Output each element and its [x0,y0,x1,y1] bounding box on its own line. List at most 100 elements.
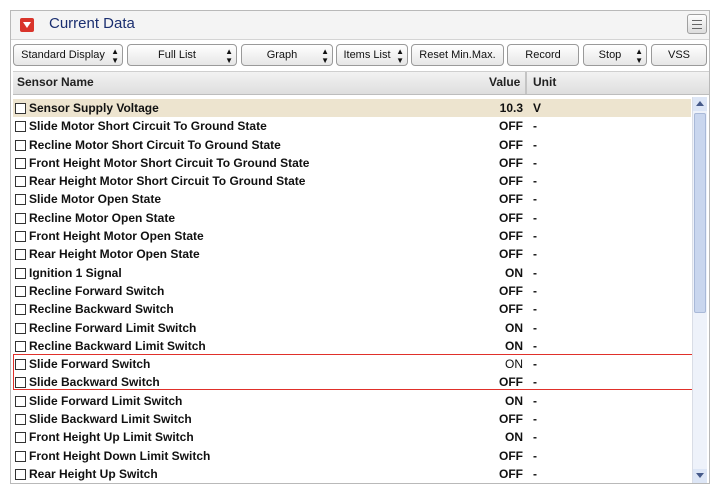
graph-select[interactable]: Graph ▲ ▼ [241,44,333,66]
scroll-down-icon[interactable] [693,469,707,483]
sensor-name: Recline Backward Switch [29,302,174,317]
sensor-value: ON [505,430,523,445]
table-row[interactable]: Recline Backward Limit Switch ON - [13,337,691,355]
table-row[interactable]: Recline Motor Open State OFF - [13,209,691,227]
collapse-icon[interactable] [20,18,34,32]
row-checkbox[interactable] [15,157,26,169]
row-checkbox[interactable] [15,249,26,261]
full-list-select[interactable]: Full List ▲ ▼ [127,44,237,66]
vertical-scrollbar[interactable] [692,97,707,483]
row-checkbox[interactable] [15,414,26,426]
column-header-value[interactable]: Value [489,75,520,89]
title-bar: Current Data [11,11,709,40]
record-button[interactable]: Record [507,44,579,66]
sensor-unit: - [533,283,537,298]
table-row[interactable]: Recline Forward Limit Switch ON - [13,319,691,337]
sensor-value: OFF [499,174,523,189]
table-row[interactable]: Front Height Motor Open State OFF - [13,227,691,245]
row-checkbox[interactable] [15,285,26,297]
sensor-value: OFF [499,192,523,207]
items-list-select[interactable]: Items List ▲ ▼ [336,44,408,66]
sensor-name: Front Height Down Limit Switch [29,448,211,463]
row-checkbox[interactable] [15,395,26,407]
sensor-unit: - [533,137,537,152]
table-row[interactable]: Slide Forward Switch ON - [13,355,691,373]
sensor-name: Recline Motor Open State [29,210,176,225]
sensor-unit: - [533,155,537,170]
scroll-up-icon[interactable] [693,97,707,111]
row-checkbox[interactable] [15,212,26,224]
table-row[interactable]: Front Height Motor Short Circuit To Grou… [13,154,691,172]
table-row[interactable]: Recline Motor Short Circuit To Ground St… [13,136,691,154]
updown-icon: ▲ ▼ [225,47,233,65]
updown-icon: ▲ ▼ [635,47,643,65]
row-checkbox[interactable] [15,304,26,316]
row-checkbox[interactable] [15,359,26,371]
column-header-sensor-name[interactable]: Sensor Name [17,75,94,89]
sensor-name: Front Height Motor Short Circuit To Grou… [29,155,310,170]
table-row[interactable]: Slide Backward Limit Switch OFF - [13,410,691,428]
row-checkbox[interactable] [15,121,26,133]
table-row[interactable]: Slide Motor Short Circuit To Ground Stat… [13,117,691,135]
scroll-thumb[interactable] [694,113,706,313]
menu-icon[interactable] [687,14,707,34]
sensor-name: Slide Backward Switch [29,375,160,390]
sensor-name: Slide Motor Short Circuit To Ground Stat… [29,119,267,134]
row-checkbox[interactable] [15,194,26,206]
sensor-name: Slide Forward Switch [29,357,151,372]
table-row[interactable]: Rear Height Up Switch OFF - [13,465,691,483]
sensor-name: Recline Forward Limit Switch [29,320,197,335]
full-list-label: Full List [158,49,196,61]
sensor-unit: - [533,320,537,335]
stop-select[interactable]: Stop ▲ ▼ [583,44,647,66]
sensor-unit: V [533,101,542,115]
row-checkbox[interactable] [15,377,26,389]
updown-icon: ▲ ▼ [321,47,329,65]
sensor-unit: - [533,448,537,463]
row-checkbox[interactable] [15,468,26,480]
standard-display-select[interactable]: Standard Display ▲ ▼ [13,44,123,66]
row-checkbox[interactable] [15,450,26,462]
sensor-value: ON [505,393,523,408]
sensor-name: Recline Forward Switch [29,283,165,298]
table-row[interactable]: Slide Motor Open State OFF - [13,190,691,208]
sensor-value: OFF [499,466,523,481]
table-row[interactable]: Front Height Up Limit Switch ON - [13,428,691,446]
sensor-value: OFF [499,302,523,317]
sensor-unit: - [533,174,537,189]
table-row[interactable]: Slide Backward Switch OFF - [13,373,691,391]
table-row[interactable]: Front Height Down Limit Switch OFF - [13,447,691,465]
sensor-value: OFF [499,247,523,262]
sensor-name: Front Height Up Limit Switch [29,430,194,445]
row-checkbox[interactable] [15,139,26,151]
sensor-unit: - [533,210,537,225]
sensor-list: Sensor Supply Voltage 10.3 V Slide Motor Sh… [13,99,691,483]
grid-header: Sensor Name Value Unit [13,71,709,95]
reset-minmax-button[interactable]: Reset Min.Max. [411,44,504,66]
row-checkbox[interactable] [15,231,26,243]
table-row[interactable]: Rear Height Motor Short Circuit To Groun… [13,172,691,190]
sensor-unit: - [533,192,537,207]
table-row[interactable]: Recline Forward Switch OFF - [13,282,691,300]
table-row[interactable]: Ignition 1 Signal ON - [13,264,691,282]
sensor-unit: - [533,430,537,445]
sensor-value: OFF [499,375,523,390]
row-checkbox[interactable] [15,267,26,279]
table-row[interactable]: Rear Height Motor Open State OFF - [13,245,691,263]
row-checkbox[interactable] [15,176,26,188]
table-row[interactable]: Recline Backward Switch OFF - [13,300,691,318]
row-checkbox[interactable] [15,322,26,334]
current-data-window: Current Data Standard Display ▲ ▼ Full Lis… [10,10,710,484]
table-row[interactable]: Slide Forward Limit Switch ON - [13,392,691,410]
sensor-name: Slide Forward Limit Switch [29,393,183,408]
row-checkbox[interactable] [15,340,26,352]
window-title: Current Data [49,15,135,32]
vss-button[interactable]: VSS [651,44,707,66]
table-row[interactable]: Sensor Supply Voltage 10.3 V [13,99,691,118]
row-checkbox[interactable] [15,103,26,114]
column-header-unit[interactable]: Unit [533,75,556,89]
sensor-value: ON [505,357,523,372]
graph-label: Graph [266,49,298,61]
row-checkbox[interactable] [15,432,26,444]
sensor-value: ON [505,320,523,335]
